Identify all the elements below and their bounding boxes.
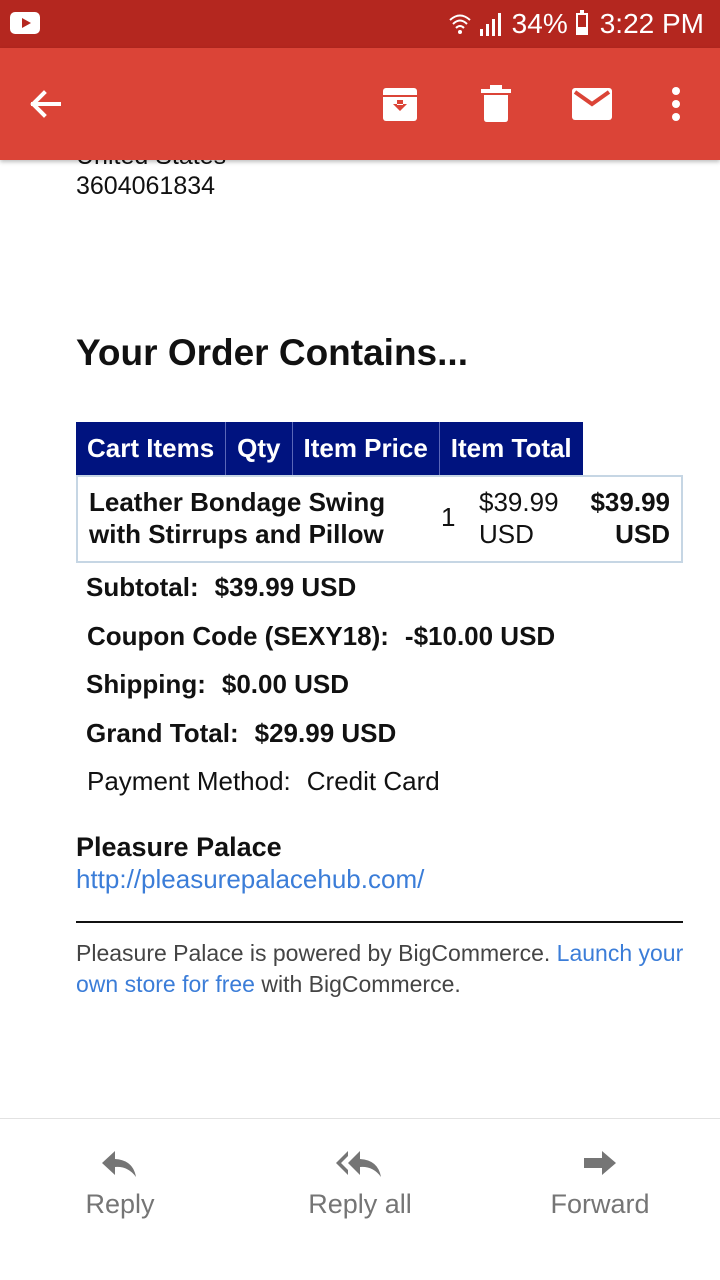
trash-icon [481, 85, 511, 122]
app-bar [0, 48, 720, 160]
email-body: United States 3604061834 Your Order Cont… [0, 160, 720, 1118]
battery-percent: 34% [511, 8, 568, 39]
arrow-back-icon [30, 90, 61, 118]
youtube-notification-icon [10, 12, 40, 34]
grand-total-value: $29.99 USD [254, 718, 397, 748]
item-name-line-1: Leather Bondage Swing [89, 487, 386, 517]
header-item-price: Item Price [293, 422, 440, 475]
subtotal-line: Subtotal: $39.99 USD [86, 572, 356, 603]
status-bar: 34% 3:22 PM [0, 0, 720, 48]
forward-icon [584, 1151, 616, 1175]
mark-unread-button[interactable] [564, 76, 620, 132]
cart-item-row: Leather Bondage Swing with Stirrups and … [76, 475, 683, 563]
item-total-amount: $39.99 [590, 487, 670, 517]
footer-note: Pleasure Palace is powered by BigCommerc… [76, 938, 686, 1000]
archive-button[interactable] [372, 76, 428, 132]
back-button[interactable] [17, 76, 73, 132]
item-name-line-2: with Stirrups and Pillow [89, 519, 384, 549]
archive-icon [383, 88, 417, 121]
delete-button[interactable] [468, 76, 524, 132]
forward-button[interactable]: Forward [510, 1149, 690, 1220]
battery-icon [575, 10, 588, 35]
status-indicators: 34% 3:22 PM [448, 8, 704, 40]
payment-method-value: Credit Card [306, 766, 440, 796]
payment-method-label: Payment Method: [87, 766, 291, 796]
coupon-line: Coupon Code (SEXY18): -$10.00 USD [87, 621, 555, 652]
store-url-link[interactable]: http://pleasurepalacehub.com/ [76, 864, 424, 895]
address-country: United States [76, 160, 226, 171]
reply-label: Reply [85, 1189, 155, 1219]
cart-table-header: Cart Items Qty Item Price Item Total [76, 422, 583, 475]
store-name: Pleasure Palace [76, 832, 282, 862]
shipping-label: Shipping: [86, 669, 206, 699]
item-qty: 1 [441, 502, 456, 532]
reply-all-label: Reply all [308, 1189, 412, 1219]
reply-button[interactable]: Reply [30, 1149, 210, 1220]
coupon-value: -$10.00 USD [404, 621, 556, 651]
divider [76, 921, 683, 923]
shipping-value: $0.00 USD [221, 669, 350, 699]
header-cart-items: Cart Items [76, 422, 227, 475]
more-vert-icon [672, 87, 680, 121]
more-options-button[interactable] [648, 76, 704, 132]
subtotal-label: Subtotal: [86, 572, 199, 602]
signal-icon [479, 13, 501, 36]
item-total-currency: USD [615, 519, 670, 549]
header-qty: Qty [226, 422, 293, 475]
clock: 3:22 PM [599, 8, 704, 39]
grand-total-line: Grand Total: $29.99 USD [86, 718, 396, 749]
order-section-title: Your Order Contains... [76, 332, 468, 373]
item-price-currency: USD [479, 519, 534, 549]
coupon-label: Coupon Code (SEXY18): [87, 621, 389, 651]
wifi-icon [449, 14, 471, 34]
item-price: $39.99 USD [479, 486, 559, 550]
footer-text: Pleasure Palace is powered by BigCommerc… [76, 940, 557, 966]
reply-all-icon [336, 1151, 381, 1177]
footer-text-end: with BigCommerce. [254, 971, 461, 997]
item-total: $39.99 USD [590, 486, 670, 550]
reply-all-button[interactable]: Reply all [270, 1149, 450, 1220]
forward-label: Forward [550, 1189, 650, 1219]
subtotal-value: $39.99 USD [214, 572, 357, 602]
shipping-line: Shipping: $0.00 USD [86, 669, 349, 700]
item-name: Leather Bondage Swing with Stirrups and … [89, 486, 419, 550]
mail-icon [572, 88, 612, 120]
item-price-amount: $39.99 [479, 487, 559, 517]
header-item-total: Item Total [450, 433, 572, 463]
reply-icon [102, 1151, 136, 1177]
customer-phone: 3604061834 [76, 172, 216, 200]
grand-total-label: Grand Total: [86, 718, 239, 748]
payment-method-line: Payment Method: Credit Card [87, 766, 440, 797]
bottom-action-bar: Reply Reply all Forward [0, 1118, 720, 1280]
